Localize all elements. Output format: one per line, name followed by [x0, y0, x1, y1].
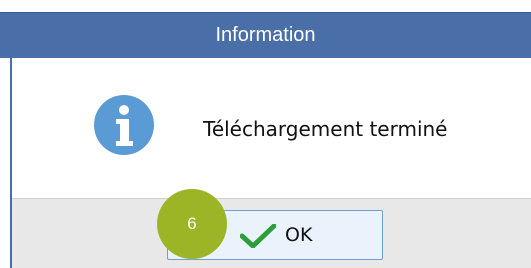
dialog-message: Téléchargement terminé	[203, 117, 448, 141]
dialog-content: Téléchargement terminé	[12, 58, 531, 198]
info-icon	[94, 95, 154, 155]
dialog-title: Information	[215, 24, 316, 46]
checkmark-icon	[240, 224, 276, 248]
ok-button-label: OK	[285, 224, 313, 246]
step-badge: 6	[157, 189, 227, 259]
information-dialog: Information Téléchargement terminé OK 6	[0, 0, 531, 268]
dialog-titlebar: Information	[0, 12, 531, 58]
